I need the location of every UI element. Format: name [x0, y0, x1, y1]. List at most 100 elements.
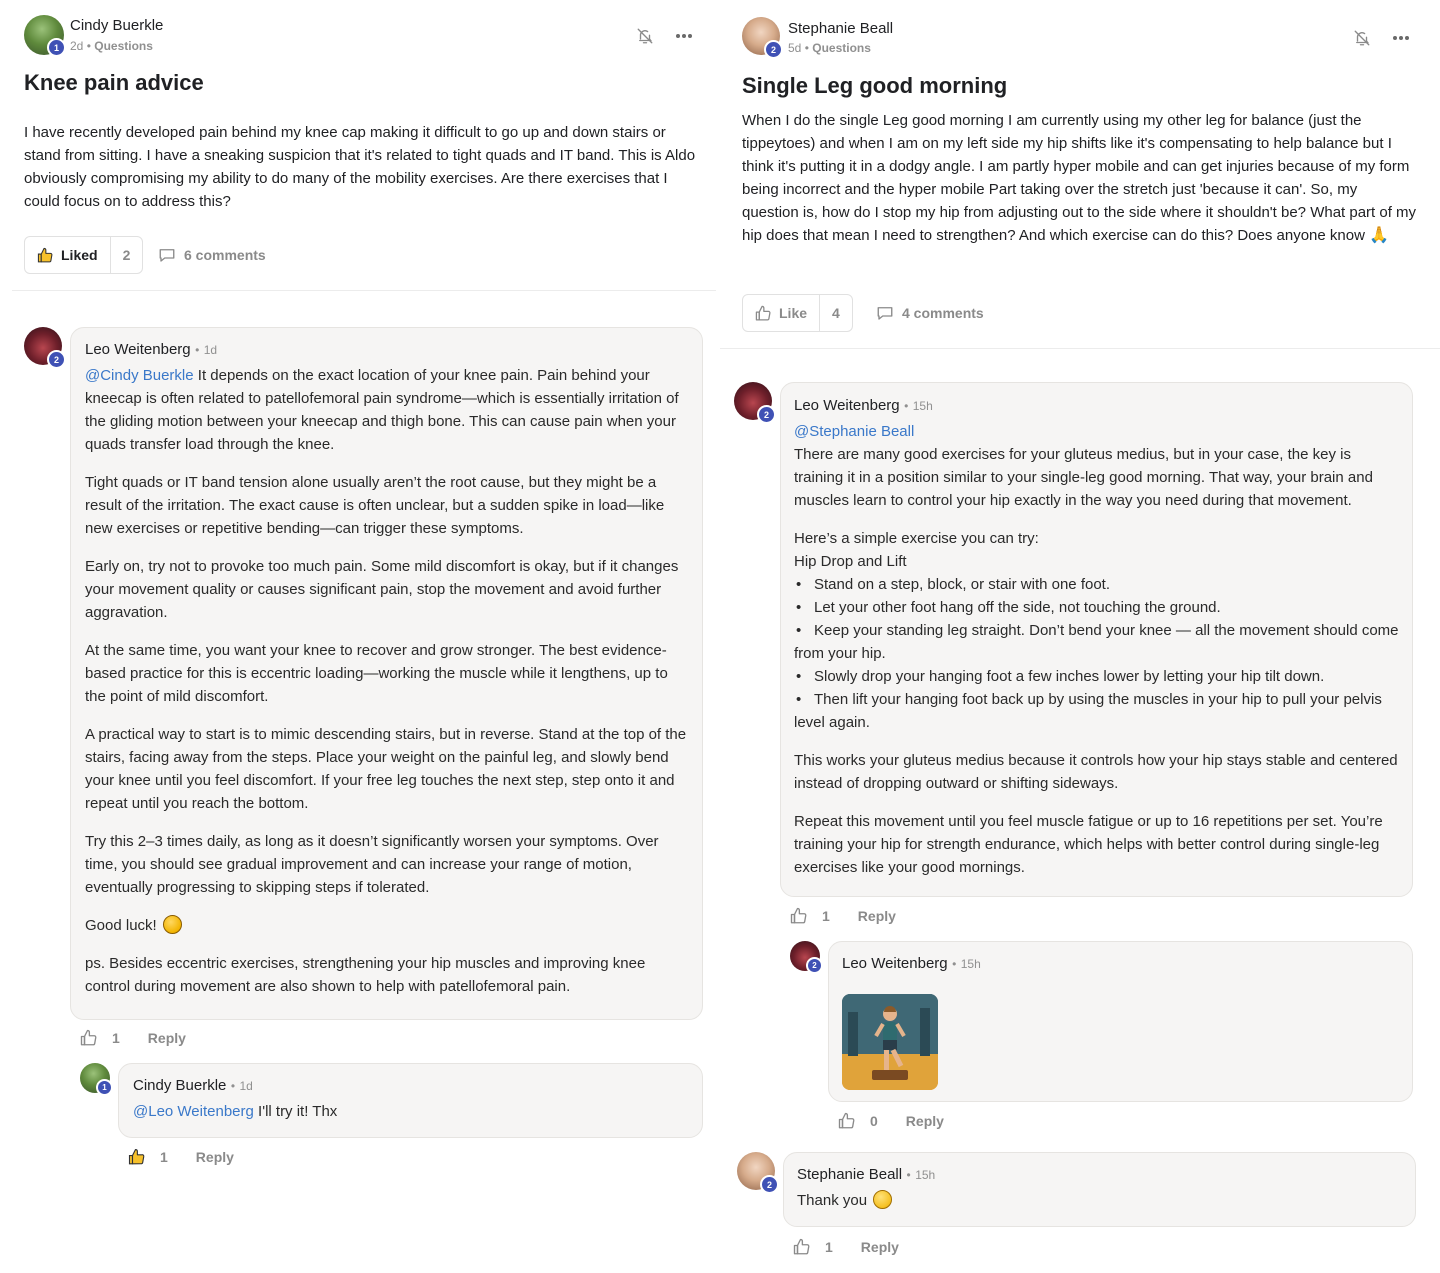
bell-off-icon[interactable] [634, 25, 656, 47]
like-label: Liked [61, 247, 98, 263]
post-author[interactable]: Cindy Buerkle [70, 17, 163, 34]
steps-list: Stand on a step, block, or stair with on… [794, 573, 1404, 734]
reply-button[interactable]: Reply [861, 1239, 899, 1255]
bell-off-icon[interactable] [1351, 27, 1373, 49]
thumbs-up-icon [755, 305, 771, 321]
comment-text: Thank you [797, 1192, 868, 1209]
thumbs-up-filled-icon[interactable] [128, 1148, 146, 1166]
comment-author[interactable]: Leo Weitenberg [794, 397, 900, 414]
comment-actions: 1 Reply [80, 1029, 186, 1047]
comments-link[interactable]: 4 comments [876, 304, 984, 322]
divider [720, 348, 1440, 349]
list-item: Keep your standing leg straight. Don’t b… [794, 619, 1404, 665]
comment-header: Leo Weitenberg • 1d [85, 341, 217, 359]
post-category[interactable]: Questions [94, 39, 153, 53]
comment-body: @Stephanie Beall There are many good exe… [794, 420, 1404, 879]
comment-time: 15h [912, 399, 933, 413]
comment-author[interactable]: Cindy Buerkle [133, 1077, 226, 1094]
post-author[interactable]: Stephanie Beall [788, 20, 893, 37]
comment-paragraph: Repeat this movement until you feel musc… [794, 813, 1383, 876]
list-item: Stand on a step, block, or stair with on… [794, 573, 1404, 596]
like-button[interactable]: Like 4 [742, 294, 853, 332]
thumbs-up-icon[interactable] [838, 1112, 856, 1130]
like-count[interactable]: 2 [109, 237, 143, 273]
mention-link[interactable]: @Stephanie Beall [794, 420, 1404, 443]
praying-hands-emoji: 🙏 [1369, 227, 1389, 244]
mention-link[interactable]: @Cindy Buerkle [85, 367, 194, 384]
comment-actions: 0 Reply [838, 1112, 944, 1130]
like-button-label-wrap[interactable]: Liked [25, 237, 110, 273]
list-item: Let your other foot hang off the side, n… [794, 596, 1404, 619]
like-count[interactable]: 4 [819, 295, 852, 331]
comment-bubble: Leo Weitenberg • 15h [828, 941, 1413, 1102]
comment-separator: • [195, 343, 200, 357]
post-age: 5d [788, 41, 802, 55]
post-category[interactable]: Questions [812, 41, 871, 55]
list-item: Slowly drop your hanging foot a few inch… [794, 665, 1404, 688]
post-body: I have recently developed pain behind my… [24, 124, 696, 210]
comment-bubble: Leo Weitenberg • 15h @Stephanie Beall Th… [780, 382, 1413, 897]
post-panel-left: 1 Cindy Buerkle 2d • Questions Knee pain… [0, 0, 718, 1273]
reply-button[interactable]: Reply [148, 1030, 186, 1046]
divider [12, 290, 716, 291]
comments-count-label: 6 comments [184, 247, 266, 263]
comment-time: 15h [960, 957, 981, 971]
comments-link[interactable]: 6 comments [158, 246, 266, 264]
reply-button[interactable]: Reply [906, 1113, 944, 1129]
comment-paragraph: At the same time, you want your knee to … [85, 642, 668, 705]
comment-time: 15h [915, 1168, 936, 1182]
comment-separator: • [230, 1079, 236, 1093]
exercise-name: Hip Drop and Lift [794, 553, 907, 570]
level-badge: 1 [96, 1079, 113, 1096]
like-button[interactable]: Liked 2 [24, 236, 144, 274]
like-count: 0 [870, 1113, 878, 1129]
level-badge: 2 [760, 1175, 779, 1194]
like-count: 1 [112, 1030, 120, 1046]
reply-button[interactable]: Reply [858, 908, 896, 924]
post-body-text: When I do the single Leg good morning I … [742, 112, 1417, 244]
comment-paragraph: Try this 2–3 times daily, as long as it … [85, 833, 659, 896]
comment-header: Leo Weitenberg • 15h [842, 955, 981, 973]
level-badge: 1 [47, 38, 66, 57]
comment-author[interactable]: Leo Weitenberg [842, 955, 948, 972]
like-count: 1 [825, 1239, 833, 1255]
comment-icon [877, 307, 893, 320]
more-options-icon[interactable] [672, 25, 696, 47]
comment-actions: 1 Reply [128, 1148, 234, 1166]
like-count: 1 [822, 908, 830, 924]
exercise-illustration-image[interactable] [842, 994, 938, 1090]
comments-count-label: 4 comments [902, 305, 984, 321]
comment-bubble: Cindy Buerkle • 1d @Leo Weitenberg I'll … [118, 1063, 703, 1138]
grinning-emoji-icon [162, 915, 182, 934]
level-badge: 2 [764, 40, 783, 59]
comment-actions: 1 Reply [793, 1238, 899, 1256]
mention-link[interactable]: @Leo Weitenberg [133, 1103, 254, 1120]
comment-paragraph: Here’s a simple exercise you can try: [794, 530, 1039, 547]
post-title: Single Leg good morning [742, 73, 1008, 98]
comment-author[interactable]: Stephanie Beall [797, 1166, 902, 1183]
post-meta: 2d • Questions [70, 39, 153, 53]
comment-paragraph: Early on, try not to provoke too much pa… [85, 558, 679, 621]
thumbs-up-filled-icon [37, 247, 53, 262]
more-options-icon[interactable] [1389, 27, 1413, 49]
meta-separator: • [804, 41, 809, 55]
list-item: Then lift your hanging foot back up by u… [794, 688, 1404, 734]
reply-button[interactable]: Reply [196, 1149, 234, 1165]
thumbs-up-icon[interactable] [793, 1238, 811, 1256]
comment-header: Stephanie Beall • 15h [797, 1166, 935, 1184]
comment-body: @Leo Weitenberg I'll try it! Thx [133, 1100, 693, 1123]
level-badge: 2 [757, 405, 776, 424]
thumbs-up-icon[interactable] [80, 1029, 98, 1047]
post-body: When I do the single Leg good morning I … [742, 109, 1418, 247]
like-count: 1 [160, 1149, 168, 1165]
like-button-label-wrap[interactable]: Like [743, 295, 819, 331]
comment-time: 1d [203, 343, 218, 357]
comment-bubble: Stephanie Beall • 15h Thank you [783, 1152, 1416, 1227]
thumbs-up-icon[interactable] [790, 907, 808, 925]
comment-separator: • [952, 957, 957, 971]
comment-paragraph: This works your gluteus medius because i… [794, 752, 1398, 792]
comment-author[interactable]: Leo Weitenberg [85, 341, 191, 358]
comment-paragraph: Good luck! [85, 917, 157, 934]
post-age: 2d [70, 39, 84, 53]
comment-time: 1d [239, 1079, 253, 1093]
